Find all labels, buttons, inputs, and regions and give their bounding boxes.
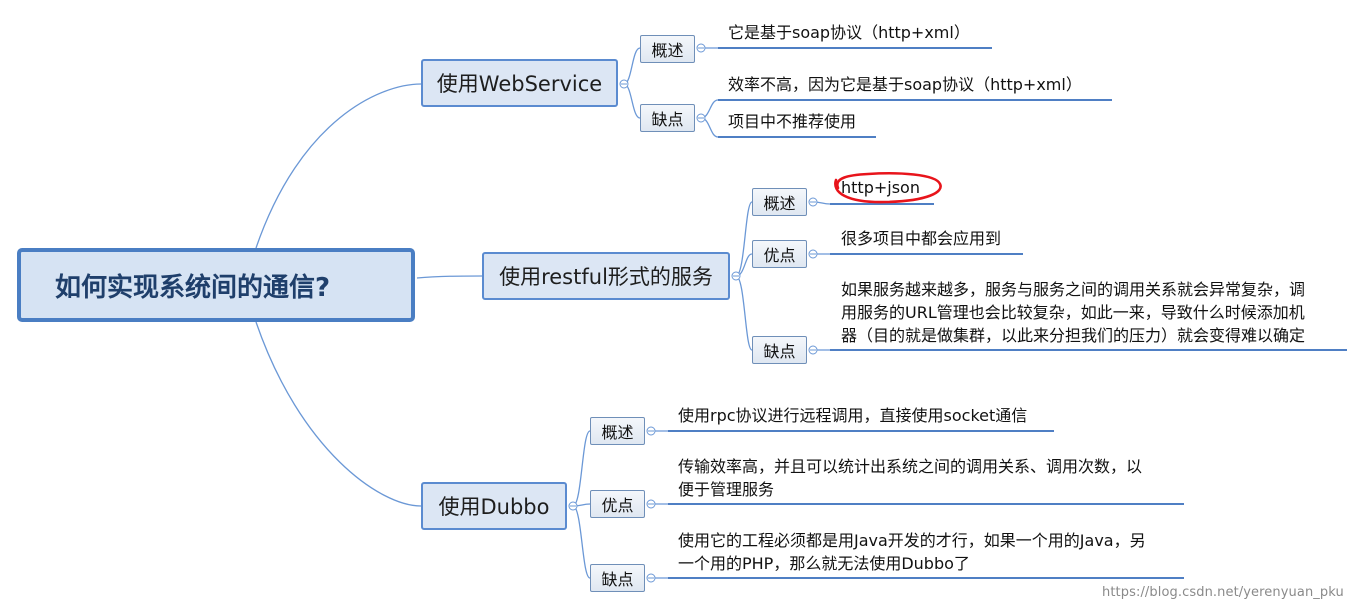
leaf-dubbo-overview[interactable]: 使用rpc协议进行远程调用，直接使用socket通信 (678, 404, 1027, 427)
category-label: 缺点 (763, 342, 796, 361)
root-title: 如何实现系统间的通信? (55, 272, 331, 303)
red-circle-annotation (834, 172, 942, 204)
branch-label: 使用Dubbo (438, 495, 550, 519)
category-label: 缺点 (651, 110, 684, 129)
watermark-url: https://blog.csdn.net/yerenyuan_pku (1102, 585, 1344, 600)
leaf-webservice-cons-1[interactable]: 效率不高，因为它是基于soap协议（http+xml） (728, 73, 1082, 96)
leaf-underline (718, 136, 876, 138)
category-webservice-overview[interactable]: 概述 (640, 35, 695, 63)
leaf-restful-cons-line-2[interactable]: 用服务的URL管理也会比较复杂，如此一来，导致什么时候添加机 (841, 301, 1305, 324)
category-dubbo-cons[interactable]: 缺点 (590, 564, 645, 592)
branch-webservice[interactable]: 使用WebService (421, 59, 618, 107)
leaf-dubbo-pros-line-2[interactable]: 便于管理服务 (678, 478, 774, 501)
leaf-dubbo-pros-line-1[interactable]: 传输效率高，并且可以统计出系统之间的调用关系、调用次数，以 (678, 455, 1142, 478)
category-restful-overview[interactable]: 概述 (752, 188, 807, 216)
leaf-restful-cons-line-1[interactable]: 如果服务越来越多，服务与服务之间的调用关系就会异常复杂，调 (841, 278, 1305, 301)
category-restful-cons[interactable]: 缺点 (752, 336, 807, 364)
branch-restful[interactable]: 使用restful形式的服务 (482, 252, 730, 300)
leaf-webservice-overview[interactable]: 它是基于soap协议（http+xml） (728, 21, 970, 44)
leaf-webservice-cons-2[interactable]: 项目中不推荐使用 (728, 110, 856, 133)
branch-dubbo[interactable]: 使用Dubbo (421, 482, 567, 530)
category-label: 概述 (601, 423, 634, 442)
category-label: 优点 (763, 246, 796, 265)
leaf-dubbo-cons-line-1[interactable]: 使用它的工程必须都是用Java开发的才行，如果一个用的Java，另 (678, 529, 1146, 552)
leaf-restful-pros[interactable]: 很多项目中都会应用到 (841, 227, 1001, 250)
leaf-underline (668, 577, 1184, 579)
category-restful-pros[interactable]: 优点 (752, 240, 807, 268)
leaf-dubbo-cons-line-2[interactable]: 一个用的PHP，那么就无法使用Dubbo了 (678, 552, 970, 575)
leaf-restful-cons-line-3[interactable]: 器（目的就是做集群，以此来分担我们的压力）就会变得难以确定 (841, 324, 1305, 347)
leaf-underline (718, 99, 1112, 101)
category-label: 优点 (601, 496, 634, 515)
category-label: 概述 (763, 194, 796, 213)
category-dubbo-pros[interactable]: 优点 (590, 490, 645, 518)
leaf-underline (718, 47, 992, 49)
leaf-underline (668, 430, 1054, 432)
leaf-underline (830, 253, 1023, 255)
leaf-underline (830, 349, 1347, 351)
category-label: 缺点 (601, 570, 634, 589)
root-topic[interactable]: 如何实现系统间的通信? (17, 248, 415, 322)
category-dubbo-overview[interactable]: 概述 (590, 417, 645, 445)
branch-label: 使用restful形式的服务 (499, 265, 713, 289)
category-webservice-cons[interactable]: 缺点 (640, 104, 695, 132)
branch-label: 使用WebService (436, 72, 603, 96)
category-label: 概述 (651, 41, 684, 60)
leaf-underline (668, 503, 1184, 505)
